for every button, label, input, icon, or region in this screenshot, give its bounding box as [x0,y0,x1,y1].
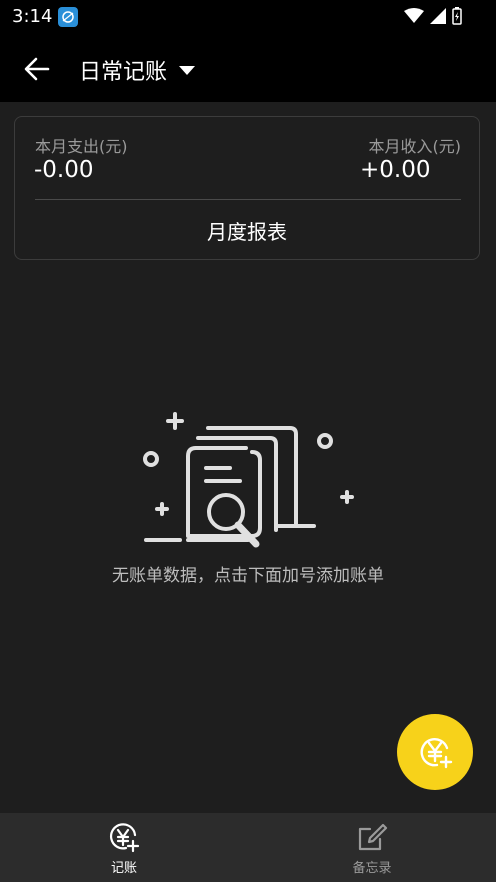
income-label: 本月收入(元) [368,137,462,156]
book-selector[interactable]: 日常记账 [79,54,197,86]
dropdown-arrow-icon [179,66,196,75]
add-bill-fab[interactable] [397,714,473,790]
expense-label: 本月支出(元) [35,137,128,156]
empty-document-illustration [143,412,354,548]
status-time: 3:14 [12,6,53,27]
income-value: +0.00 [360,157,431,183]
monthly-summary-card: 本月支出(元) -0.00 本月收入(元) +0.00 月度报表 [14,116,480,260]
nav-item-memo[interactable]: 备忘录 [248,813,496,882]
wifi-icon [404,8,424,23]
book-title: 日常记账 [79,60,168,85]
yen-add-icon [109,823,140,853]
bottom-navigation: 记账 备忘录 [0,813,496,882]
yen-add-icon [420,738,453,769]
status-indicators [404,7,462,25]
nav-label-memo: 备忘录 [352,861,392,876]
nav-label-bookkeeping: 记账 [110,861,137,876]
monthly-report-button[interactable]: 月度报表 [15,201,479,259]
back-arrow-icon[interactable] [22,54,52,84]
expense-value: -0.00 [34,157,94,183]
edit-note-icon [358,823,388,851]
empty-state-message: 无账单数据，点击下面加号添加账单 [112,566,384,586]
app-notification-icon [58,7,78,27]
battery-icon [452,7,462,25]
status-bar: 3:14 [0,0,496,34]
app-bar: 日常记账 [0,34,496,102]
card-divider [35,199,461,200]
nav-item-bookkeeping[interactable]: 记账 [0,813,248,882]
signal-icon [430,8,446,24]
